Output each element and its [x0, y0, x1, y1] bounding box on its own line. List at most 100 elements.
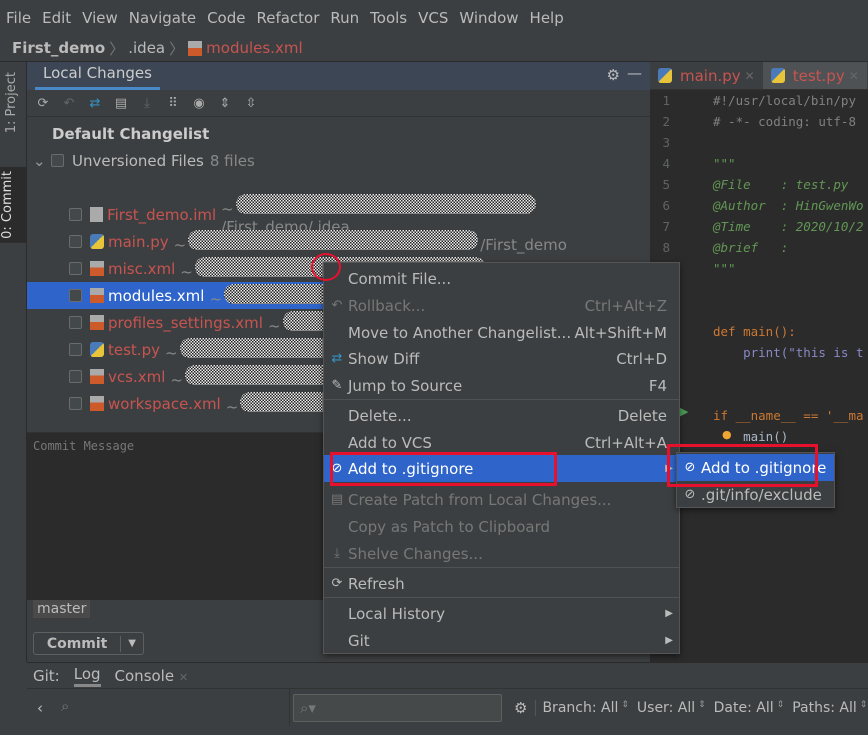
code-line: 7 @Time : 2020/10/2	[650, 216, 868, 237]
file-row[interactable]: main.py ~/First_demo	[27, 228, 650, 255]
menu-edit[interactable]: Edit	[42, 9, 71, 27]
menu-item-label: Rollback...	[348, 296, 426, 315]
commit-tool-button[interactable]: 0: Commit	[0, 167, 26, 243]
file-path: ~/First_demo	[174, 229, 567, 254]
close-icon: ✕	[178, 670, 189, 684]
menu-item-rollback[interactable]: ↶ Rollback... Ctrl+Alt+Z	[324, 292, 679, 319]
chevron-left-icon[interactable]: ‹	[27, 699, 53, 717]
collapse-all-icon[interactable]: ⇳	[243, 96, 259, 111]
breadcrumb-file[interactable]: modules.xml	[206, 39, 302, 57]
file-checkbox[interactable]	[69, 316, 82, 329]
filter-user[interactable]: User: All	[637, 700, 695, 716]
line-number: 5	[662, 177, 670, 192]
menu-item-show-diff[interactable]: ⇄ Show Diff Ctrl+D	[324, 345, 679, 372]
tab-console[interactable]: Console ✕	[115, 667, 189, 685]
file-checkbox[interactable]	[69, 343, 82, 356]
menu-item-shortcut: Delete	[617, 406, 667, 425]
unversioned-group[interactable]: ⌄ Unversioned Files 8 files	[27, 147, 650, 174]
menu-item-shelve-changes[interactable]: ⤓ Shelve Changes...	[324, 540, 679, 567]
undo-icon[interactable]: ↶	[61, 96, 77, 111]
tab-local-changes[interactable]: Local Changes	[35, 64, 160, 90]
menu-item-refresh[interactable]: ⟳ Refresh	[324, 570, 679, 597]
run-icon[interactable]: ▶	[680, 405, 688, 418]
breadcrumb-project[interactable]: First_demo	[12, 39, 105, 57]
highlight-circle	[311, 253, 341, 281]
code-text: #!/usr/local/bin/py	[713, 93, 856, 108]
refresh-icon[interactable]: ⟳	[35, 96, 51, 111]
menu-tools[interactable]: Tools	[370, 9, 407, 27]
ignore-file-icon: ⊘	[684, 487, 696, 502]
sort-arrows-icon: ⇕	[698, 699, 706, 710]
chevron-down-icon[interactable]: ⌄	[33, 152, 51, 170]
chevron-down-icon[interactable]: ▼	[121, 638, 143, 649]
commit-button[interactable]: Commit ▼	[33, 632, 144, 655]
diff-icon[interactable]: ⇄	[87, 96, 103, 111]
menu-item-local-history[interactable]: Local History ▶	[324, 600, 679, 627]
menu-navigate[interactable]: Navigate	[129, 9, 196, 27]
log-search-input[interactable]: ⌕▾	[293, 693, 502, 722]
file-checkbox[interactable]	[69, 370, 82, 383]
group-checkbox[interactable]	[51, 154, 64, 167]
file-checkbox[interactable]	[69, 289, 82, 302]
breadcrumb: First_demo 〉 .idea 〉 modules.xml	[0, 35, 868, 62]
menu-help[interactable]: Help	[530, 9, 564, 27]
menu-item-jump-to-source[interactable]: ✎ Jump to Source F4	[324, 372, 679, 399]
code-line: 3	[650, 132, 868, 153]
file-row[interactable]: First_demo.iml ~/First_demo/.idea	[27, 193, 650, 236]
filter-date[interactable]: Date: All	[714, 700, 774, 716]
menu-vcs[interactable]: VCS	[418, 9, 448, 27]
file-checkbox[interactable]	[69, 208, 82, 221]
changelist-icon[interactable]: ▤	[113, 96, 129, 111]
tab-log[interactable]: Log	[73, 665, 101, 687]
sort-arrows-icon: ⇕	[859, 699, 868, 710]
file-checkbox[interactable]	[69, 397, 82, 410]
menu-item-commit-file[interactable]: Commit File...	[324, 265, 679, 292]
tab-test-py[interactable]: test.py ✕	[762, 62, 867, 89]
menu-file[interactable]: File	[6, 9, 31, 27]
gear-icon[interactable]: ⚙	[607, 66, 620, 84]
view-options-icon[interactable]: ◉	[191, 96, 207, 111]
menu-refactor[interactable]: Refactor	[256, 9, 319, 27]
changelist-header[interactable]: Default Changelist	[27, 120, 650, 147]
redaction	[224, 283, 335, 304]
code-line: print("this is t	[650, 342, 868, 363]
filter-branch[interactable]: Branch: All	[542, 700, 618, 716]
filter-paths[interactable]: Paths: All	[792, 700, 857, 716]
minimize-icon[interactable]: —	[627, 64, 642, 82]
menu-item-delete[interactable]: Delete... Delete	[324, 402, 679, 429]
file-name: vcs.xml	[108, 367, 166, 386]
code-text: print("this is t	[713, 345, 864, 360]
project-tool-button[interactable]: 1: Project	[4, 72, 19, 133]
code-text: # -*- coding: utf-8	[713, 114, 856, 129]
file-checkbox[interactable]	[69, 262, 82, 275]
menu-item-label: Local History	[348, 604, 446, 623]
gear-icon[interactable]: ⚙	[514, 699, 527, 717]
menu-separator	[324, 597, 679, 598]
branch-search-input[interactable]: ⌕	[53, 689, 290, 726]
file-name: workspace.xml	[108, 394, 221, 413]
menu-view[interactable]: View	[82, 9, 118, 27]
line-number: 6	[662, 198, 670, 213]
menu-code[interactable]: Code	[207, 9, 245, 27]
tab-main-py[interactable]: main.py ✕	[650, 62, 763, 89]
left-tool-stripe: 1: Project 0: Commit	[0, 62, 27, 662]
menu-item-label: Show Diff	[348, 349, 420, 368]
menu-item-create-patch-from-local-changes[interactable]: ▤ Create Patch from Local Changes...	[324, 486, 679, 513]
code-line: 5 @File : test.py	[650, 174, 868, 195]
editor[interactable]: main.py ✕ test.py ✕ 1 #!/usr/local/bin/py 2 #…	[650, 62, 868, 662]
code-text: """	[713, 261, 736, 276]
menu-item-git[interactable]: Git ▶	[324, 627, 679, 654]
file-checkbox[interactable]	[69, 235, 82, 248]
group-by-icon[interactable]: ⠿	[165, 96, 181, 111]
expand-all-icon[interactable]: ⇕	[217, 96, 233, 111]
menu-item-copy-as-patch-to-clipboard[interactable]: Copy as Patch to Clipboard	[324, 513, 679, 540]
menu-run[interactable]: Run	[330, 9, 359, 27]
shelve-icon[interactable]: ⤓	[139, 96, 155, 111]
breadcrumb-folder[interactable]: .idea	[128, 39, 165, 57]
menu-window[interactable]: Window	[459, 9, 518, 27]
bulb-icon[interactable]: ●	[722, 428, 732, 441]
close-icon: ✕	[848, 68, 859, 83]
sort-arrows-icon: ⇕	[776, 699, 785, 710]
menu-item-move-to-another-changelist[interactable]: Move to Another Changelist... Alt+Shift+M	[324, 319, 679, 346]
